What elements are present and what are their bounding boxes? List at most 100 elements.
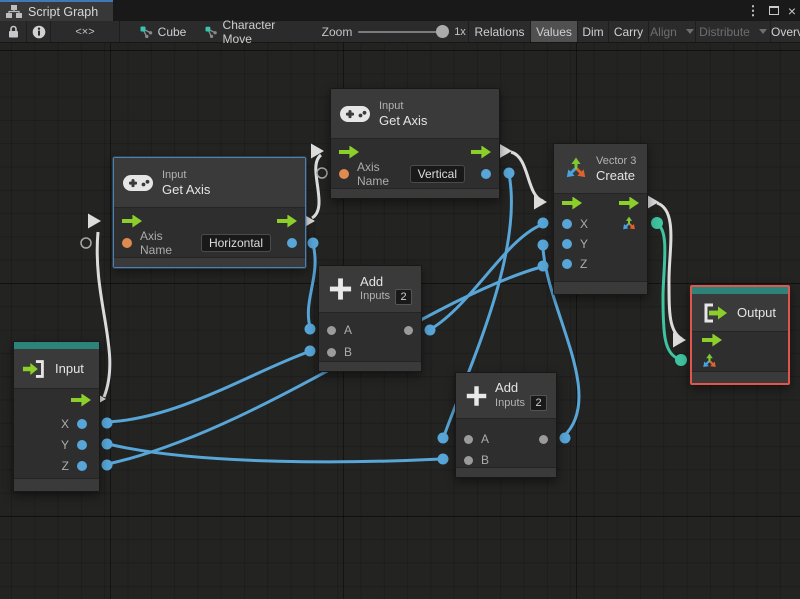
flow-out-arrow-icon[interactable] — [277, 214, 297, 228]
node-footer — [14, 478, 99, 491]
info-button[interactable] — [27, 21, 50, 42]
relations-toggle-button[interactable]: Relations — [469, 21, 530, 42]
input-port-b[interactable] — [327, 347, 336, 357]
dim-toggle-button[interactable]: Dim — [578, 21, 608, 42]
chevron-down-icon — [685, 29, 694, 34]
port-row-x: X — [554, 213, 647, 235]
node-add-top[interactable]: Add Inputs 2 A B — [318, 265, 422, 372]
event-strip — [14, 342, 99, 349]
data-port-dot[interactable] — [437, 453, 449, 465]
vector3-out-port-icon[interactable] — [621, 216, 637, 232]
port-row-b: B — [319, 341, 421, 363]
output-port-z[interactable] — [77, 461, 87, 471]
vector3-port-dot[interactable] — [675, 354, 687, 366]
data-port-dot[interactable] — [503, 167, 515, 179]
input-port-a[interactable] — [327, 325, 336, 335]
vector3-port-dot[interactable] — [651, 217, 663, 229]
node-category: Input — [379, 99, 404, 112]
node-output-event[interactable]: Output — [690, 285, 790, 385]
window-tab-bar: Script Graph ⋮ × — [0, 0, 800, 21]
event-strip — [692, 287, 788, 294]
input-port-z[interactable] — [562, 259, 572, 269]
flow-port-row — [554, 192, 647, 214]
data-port-dot[interactable] — [101, 417, 113, 429]
node-input-event[interactable]: Input X Y Z — [13, 341, 100, 492]
data-port-dot[interactable] — [304, 323, 316, 335]
param-row: Axis Name Vertical — [331, 160, 499, 188]
vector3-in-port-icon[interactable] — [701, 353, 718, 370]
flow-in-arrow-icon[interactable] — [562, 196, 582, 210]
data-port-dot[interactable] — [537, 217, 549, 229]
data-port-dot[interactable] — [559, 432, 571, 444]
tab-script-graph[interactable]: Script Graph — [0, 0, 113, 21]
overview-button[interactable]: Overv — [771, 21, 800, 42]
flow-port-row — [14, 389, 99, 411]
vector3-in-port-row — [692, 350, 788, 372]
breadcrumb-character-move[interactable]: Character Move — [205, 18, 305, 46]
distribute-dropdown-button[interactable]: Distribute — [696, 21, 770, 42]
values-toggle-button[interactable]: Values — [531, 21, 577, 42]
lock-button[interactable] — [0, 21, 26, 42]
data-port-dot[interactable] — [307, 237, 319, 249]
align-dropdown-button[interactable]: Align — [649, 21, 695, 42]
flow-in-arrow-icon[interactable] — [122, 214, 142, 228]
inputs-label: Inputs — [495, 396, 525, 409]
data-port-dot[interactable] — [424, 324, 436, 336]
node-vector3-create[interactable]: Vector 3 Create X Y Z — [553, 143, 648, 295]
node-get-axis-vertical[interactable]: Input Get Axis Axis Name Vertical — [330, 88, 500, 199]
node-get-axis-horizontal[interactable]: Input Get Axis Axis Name Horizontal — [113, 157, 306, 268]
flow-out-arrow-icon[interactable] — [71, 393, 91, 407]
window-maximize-button[interactable] — [764, 0, 784, 21]
data-port-dot[interactable] — [101, 438, 113, 450]
graph-toolbar: <×> Cube Character Move Zoom 1x Relation… — [0, 18, 800, 46]
node-category: Input — [162, 168, 187, 181]
zoom-slider-track[interactable] — [358, 31, 448, 33]
inputs-count-field[interactable]: 2 — [530, 395, 547, 411]
node-title: Get Axis — [379, 112, 428, 128]
input-port-y[interactable] — [562, 239, 572, 249]
output-port-x[interactable] — [77, 419, 87, 429]
float-out-port[interactable] — [481, 169, 491, 179]
node-category: Vector 3 — [596, 154, 637, 167]
node-add-bottom[interactable]: Add Inputs 2 A B — [455, 372, 557, 478]
node-footer — [692, 371, 788, 383]
node-footer — [554, 281, 647, 294]
axis-name-field[interactable]: Horizontal — [200, 234, 271, 252]
port-label: Y — [580, 237, 589, 251]
zoom-slider-handle[interactable] — [436, 25, 449, 38]
output-port[interactable] — [404, 325, 413, 335]
string-port[interactable] — [339, 169, 349, 179]
input-port-b[interactable] — [464, 455, 473, 465]
breadcrumb-label: Cube — [157, 24, 187, 39]
flow-out-arrow-icon[interactable] — [471, 145, 491, 159]
breadcrumb-cube[interactable]: Cube — [133, 21, 193, 42]
param-label: Axis Name — [140, 229, 173, 257]
flow-out-arrow-icon[interactable] — [619, 196, 639, 210]
float-out-port[interactable] — [287, 238, 297, 248]
port-label: B — [481, 453, 490, 467]
data-port-dot[interactable] — [101, 459, 113, 471]
window-close-button[interactable]: × — [784, 0, 800, 21]
tab-title: Script Graph — [28, 4, 99, 19]
carry-toggle-button[interactable]: Carry — [609, 21, 648, 42]
input-port-a[interactable] — [464, 434, 473, 444]
inputs-count-field[interactable]: 2 — [395, 288, 412, 305]
data-port-dot[interactable] — [537, 260, 549, 272]
gamepad-icon — [123, 174, 153, 191]
param-label: Axis Name — [357, 160, 390, 188]
variables-shortcut-button[interactable]: <×> — [51, 21, 119, 42]
data-port-dot[interactable] — [537, 239, 549, 251]
output-port-y[interactable] — [77, 440, 87, 450]
port-label: X — [60, 417, 69, 431]
flow-in-arrow-icon[interactable] — [339, 145, 359, 159]
plus-icon — [329, 278, 352, 300]
flow-in-arrow-icon[interactable] — [702, 333, 722, 347]
input-port-x[interactable] — [562, 219, 572, 229]
port-label: B — [344, 345, 353, 359]
string-port[interactable] — [122, 238, 132, 248]
axis-name-field[interactable]: Vertical — [409, 165, 465, 183]
data-port-dot[interactable] — [437, 432, 449, 444]
output-port[interactable] — [539, 434, 548, 444]
data-port-dot[interactable] — [304, 345, 316, 357]
window-menu-button[interactable]: ⋮ — [744, 0, 762, 21]
